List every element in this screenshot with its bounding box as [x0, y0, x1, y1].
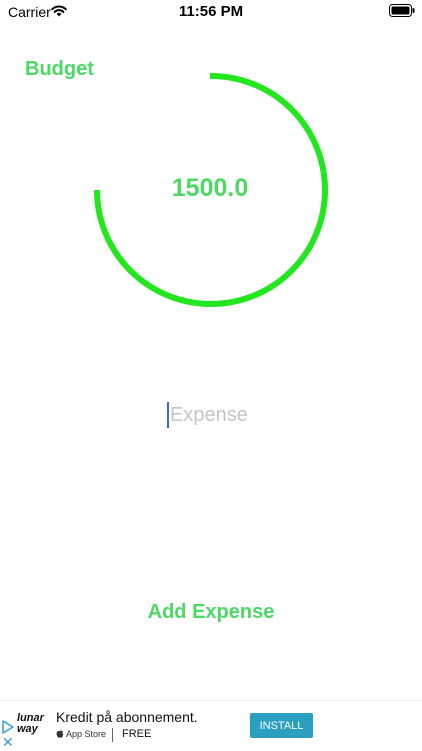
expense-input[interactable] — [170, 400, 270, 430]
budget-title: Budget — [25, 58, 94, 80]
apple-icon — [56, 729, 64, 738]
ad-close-icon[interactable]: ✕ — [2, 735, 14, 749]
text-cursor — [167, 402, 169, 428]
ad-brand-logo: lunar way — [17, 712, 44, 735]
install-button[interactable]: INSTALL — [250, 713, 313, 738]
ad-title: Kredit på abonnement. — [56, 709, 198, 725]
status-bar: Carrier 11:56 PM — [0, 0, 422, 24]
ad-divider — [112, 728, 113, 742]
battery-icon — [389, 4, 415, 17]
budget-amount: 1500.0 — [171, 174, 249, 202]
ad-store-name: App Store — [66, 729, 107, 739]
ad-choices-icon[interactable] — [1, 720, 15, 734]
add-expense-button[interactable]: Add Expense — [0, 601, 422, 624]
status-time: 11:56 PM — [178, 3, 244, 20]
ad-store-label: App Store — [56, 729, 106, 739]
expense-field[interactable] — [160, 400, 270, 430]
ad-price: FREE — [122, 728, 152, 740]
ad-banner[interactable]: ✕ lunar way Kredit på abonnement. App St… — [0, 700, 422, 751]
